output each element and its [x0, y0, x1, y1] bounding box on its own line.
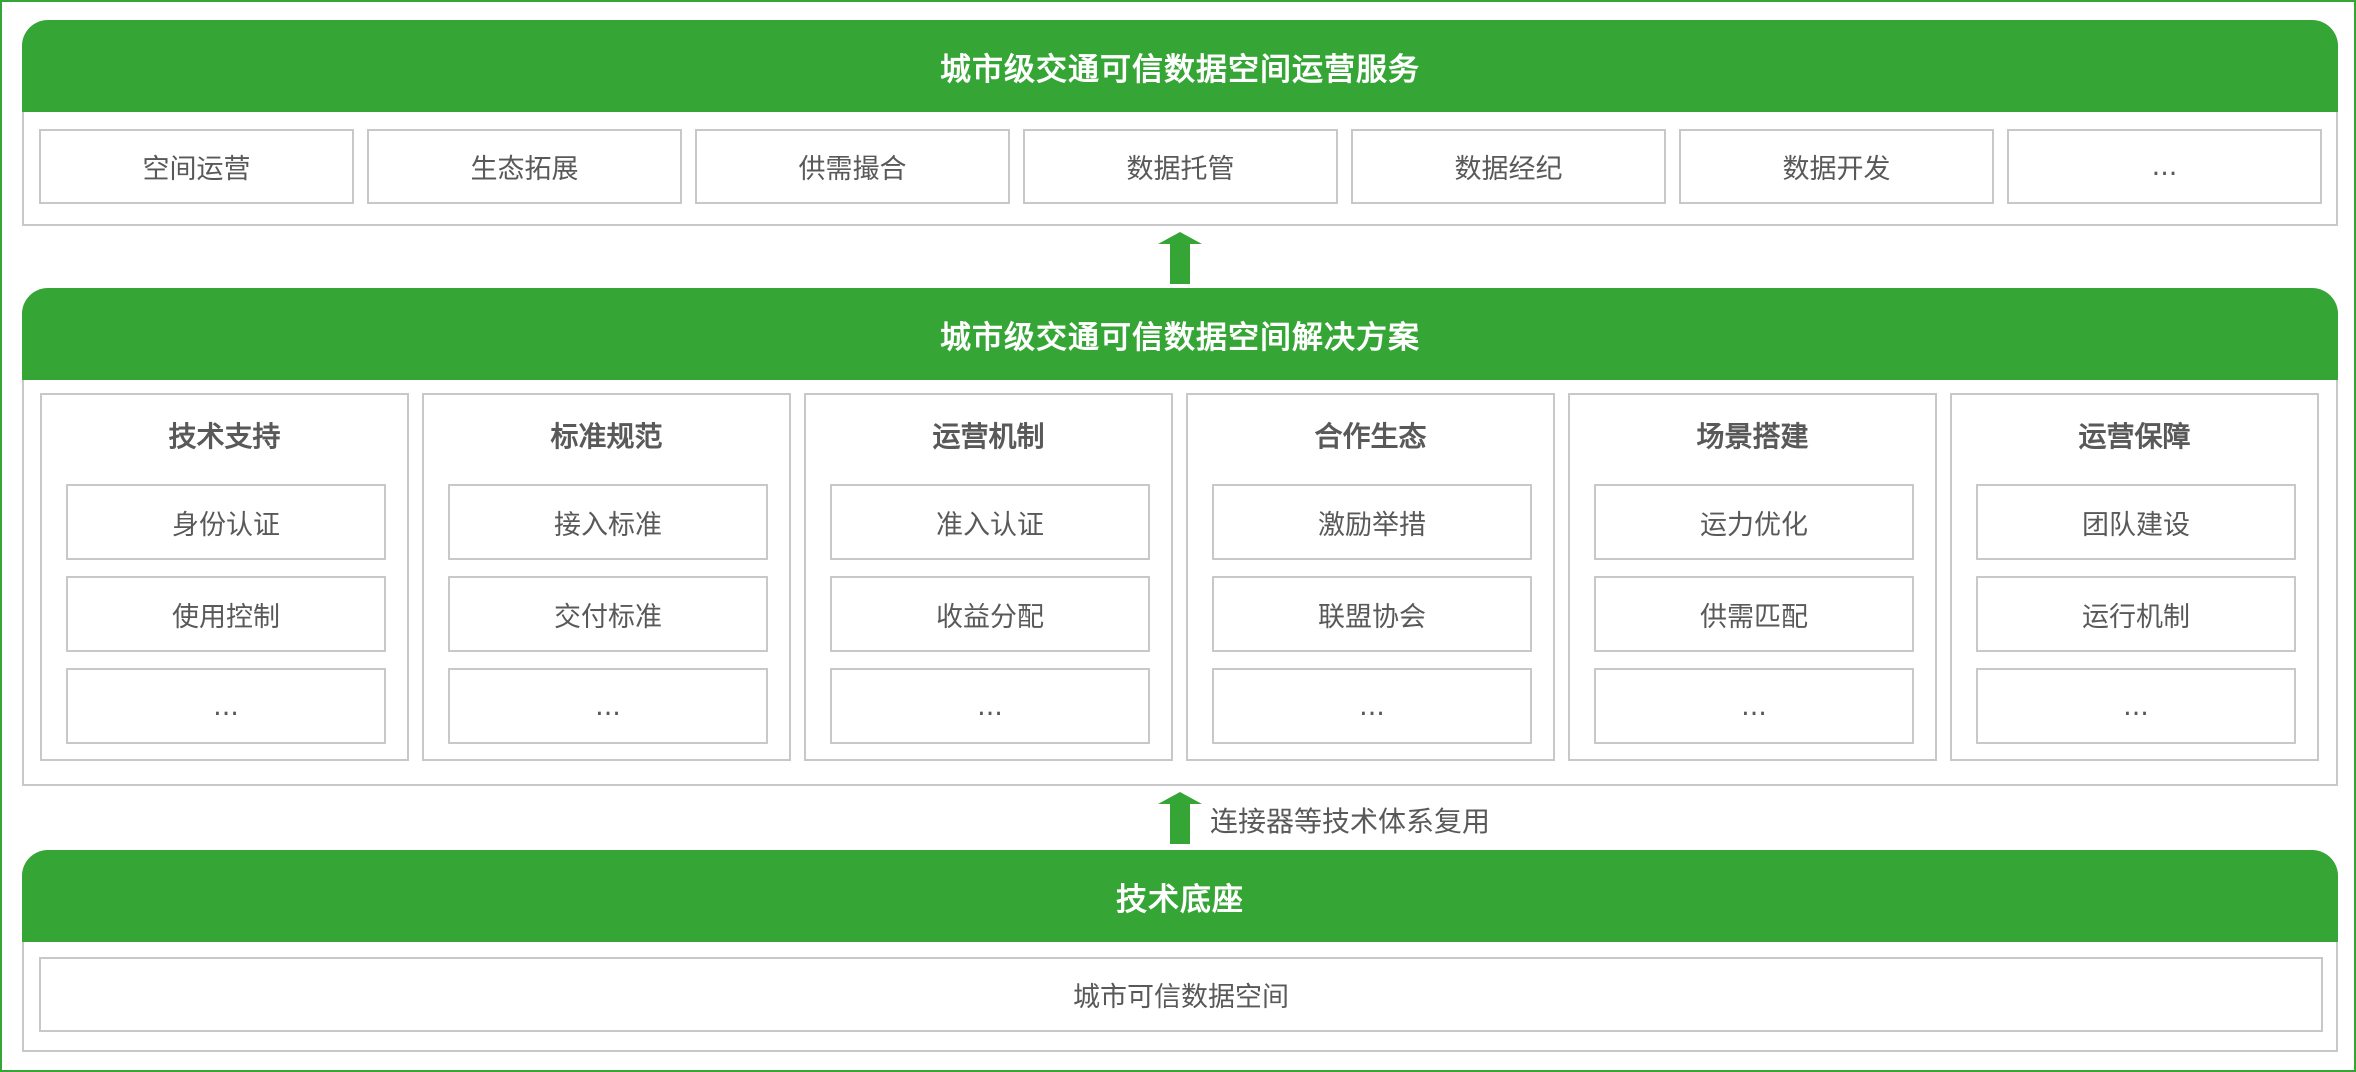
column-standards: 标准规范 接入标准 交付标准 ... — [422, 393, 791, 761]
column-title: 技术支持 — [168, 420, 281, 453]
diagram-frame: 城市级交通可信数据空间运营服务 空间运营 生态拓展 供需撮合 数据托管 数据经纪… — [0, 0, 2356, 1072]
column-item: ... — [1976, 668, 2296, 744]
column-title: 标准规范 — [550, 420, 663, 453]
column-item: ... — [66, 668, 386, 744]
column-item: 收益分配 — [830, 576, 1150, 652]
column-operation-assurance: 运营保障 团队建设 运行机制 ... — [1950, 393, 2319, 761]
up-arrow-icon — [1158, 232, 1202, 284]
operations-services-panel: 城市级交通可信数据空间运营服务 空间运营 生态拓展 供需撮合 数据托管 数据经纪… — [22, 20, 2338, 226]
service-item-supply-demand-matching: 供需撮合 — [695, 129, 1010, 204]
operations-services-title: 城市级交通可信数据空间运营服务 — [940, 51, 1420, 88]
column-tech-support: 技术支持 身份认证 使用控制 ... — [40, 393, 409, 761]
column-item: 接入标准 — [448, 484, 768, 560]
service-item-data-brokerage: 数据经纪 — [1351, 129, 1666, 204]
column-item: 身份认证 — [66, 484, 386, 560]
column-item: ... — [448, 668, 768, 744]
tech-base-header: 技术底座 — [22, 850, 2338, 942]
column-item: 准入认证 — [830, 484, 1150, 560]
column-title: 运营保障 — [2078, 420, 2191, 453]
service-item-data-custody: 数据托管 — [1023, 129, 1338, 204]
solutions-panel: 城市级交通可信数据空间解决方案 技术支持 身份认证 使用控制 ... 标准规范 … — [22, 288, 2338, 786]
service-item-ecosystem-expansion: 生态拓展 — [367, 129, 682, 204]
column-item: 激励举措 — [1212, 484, 1532, 560]
tech-base-title: 技术底座 — [1116, 881, 1244, 918]
column-item: ... — [1594, 668, 1914, 744]
column-item: 交付标准 — [448, 576, 768, 652]
column-item: 运行机制 — [1976, 576, 2296, 652]
column-item: 使用控制 — [66, 576, 386, 652]
city-trusted-data-space-box: 城市可信数据空间 — [39, 957, 2323, 1032]
tech-base-panel: 技术底座 城市可信数据空间 — [22, 850, 2338, 1052]
column-item: 团队建设 — [1976, 484, 2296, 560]
column-title: 运营机制 — [932, 420, 1045, 453]
service-item-space-operation: 空间运营 — [39, 129, 354, 204]
column-scenario-building: 场景搭建 运力优化 供需匹配 ... — [1568, 393, 1937, 761]
column-title: 场景搭建 — [1696, 420, 1809, 453]
operations-services-header: 城市级交通可信数据空间运营服务 — [22, 20, 2338, 112]
service-item-more: ... — [2007, 129, 2322, 204]
up-arrow-icon — [1158, 792, 1202, 844]
solutions-header: 城市级交通可信数据空间解决方案 — [22, 288, 2338, 380]
reuse-label: 连接器等技术体系复用 — [1210, 805, 1491, 838]
column-item: 联盟协会 — [1212, 576, 1532, 652]
solutions-title: 城市级交通可信数据空间解决方案 — [940, 319, 1420, 356]
column-cooperation-ecosystem: 合作生态 激励举措 联盟协会 ... — [1186, 393, 1555, 761]
column-item: 供需匹配 — [1594, 576, 1914, 652]
column-item: ... — [830, 668, 1150, 744]
column-item: ... — [1212, 668, 1532, 744]
column-item: 运力优化 — [1594, 484, 1914, 560]
column-title: 合作生态 — [1314, 420, 1427, 453]
column-operation-mechanism: 运营机制 准入认证 收益分配 ... — [804, 393, 1173, 761]
service-item-data-development: 数据开发 — [1679, 129, 1994, 204]
